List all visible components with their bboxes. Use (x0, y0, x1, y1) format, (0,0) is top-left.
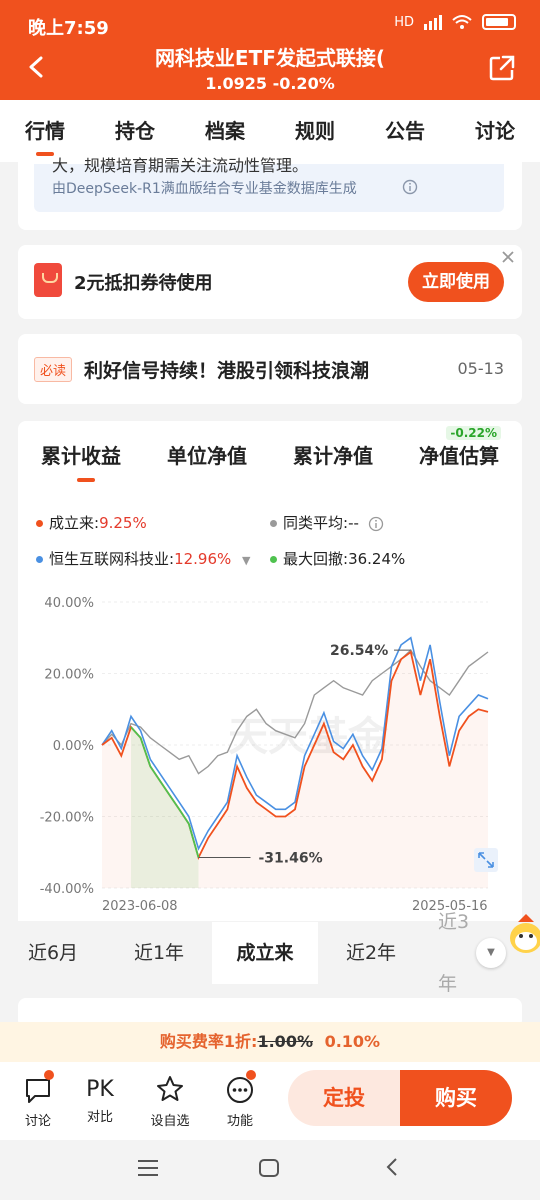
ai-note: 大，规模培育期需关注流动性管理。 由DeepSeek-R1满血版结合专业基金数据… (34, 156, 504, 212)
pk-icon: PK (86, 1077, 114, 1102)
active-tab-indicator (77, 478, 95, 482)
legend-peer-value: -- (348, 514, 359, 532)
buy-button[interactable]: 购买 (400, 1070, 512, 1126)
fund-dot-icon (36, 520, 43, 527)
annotation-label: 26.54% (330, 643, 388, 659)
estimate-badge: -0.22% (446, 426, 501, 440)
tab-cumulative-return-label: 累计收益 (41, 444, 121, 468)
home-icon[interactable] (258, 1158, 280, 1178)
battery-icon (482, 14, 516, 30)
x-start-label: 2023-06-08 (102, 899, 178, 914)
bottom-action-bar: 讨论 PK 对比 设自选 功能 定投 购买 (0, 1062, 540, 1140)
header: 晚上7:59 HD 网科技业ETF发起式联接( 1.0925 -0.20% (0, 0, 540, 100)
close-icon[interactable] (500, 249, 516, 265)
period-more-dropdown[interactable]: ▼ (476, 938, 506, 968)
system-nav-bar (0, 1140, 540, 1200)
fee-current: 0.10% (324, 1032, 381, 1051)
legend-fund-value: 9.25% (99, 514, 147, 532)
tab-announcements[interactable]: 公告 (360, 100, 450, 162)
news-headline[interactable]: 利好信号持续！港股引领科技浪潮 (84, 356, 369, 383)
coupon-text: 2元抵扣券待使用 (74, 273, 213, 294)
y-tick-label: -40.00% (40, 882, 94, 897)
wifi-icon (452, 15, 472, 29)
share-icon[interactable] (488, 54, 516, 82)
peer-dot-icon (270, 520, 277, 527)
fee-original: 1.00% (257, 1032, 313, 1051)
drawdown-dot-icon (270, 556, 277, 563)
legend-peer-label: 同类平均: (283, 514, 349, 532)
nav-discuss[interactable]: 讨论 (8, 1070, 68, 1129)
ai-source-text: 由DeepSeek-R1满血版结合专业基金数据库生成 (52, 181, 357, 197)
nav-compare-label: 对比 (86, 1110, 113, 1125)
y-ticks: 40.00% 20.00% 0.00% -20.00% -40.00% (40, 596, 94, 897)
peer-info-icon[interactable] (368, 516, 384, 532)
period-6m[interactable]: 近6月 (0, 922, 106, 984)
fee-label: 购买费率1折: (159, 1032, 258, 1051)
news-card[interactable]: 必读 利好信号持续！港股引领科技浪潮 05-13 (18, 334, 522, 404)
tab-cumulative-return[interactable]: 累计收益 (41, 440, 121, 482)
nav-discuss-label: 讨论 (24, 1114, 51, 1129)
tab-accumulated-nav[interactable]: 累计净值 (293, 440, 373, 469)
must-read-badge: 必读 (34, 357, 73, 382)
legend-index-value: 12.96% (174, 550, 232, 568)
y-tick-label: 0.00% (53, 739, 94, 754)
period-2y[interactable]: 近2年 (318, 922, 424, 984)
star-plus-icon (157, 1076, 183, 1101)
tab-nav-estimate[interactable]: 净值估算 -0.22% (419, 426, 501, 469)
network-label: HD (394, 14, 414, 30)
y-tick-label: 20.00% (44, 668, 94, 683)
nav-functions[interactable]: 功能 (210, 1070, 270, 1129)
legend-index-label: 恒生互联网科技业: (49, 550, 175, 568)
back-icon[interactable] (26, 56, 48, 78)
tab-nav-estimate-label: 净值估算 (419, 444, 499, 468)
notification-dot (44, 1070, 54, 1080)
signal-icon (424, 15, 442, 30)
period-since-inception[interactable]: 成立来 (212, 922, 318, 984)
period-selector: 近6月 近1年 成立来 近2年 近3年 ▼ (0, 911, 540, 995)
info-icon[interactable] (402, 179, 418, 195)
notification-dot (246, 1070, 256, 1080)
legend-index[interactable]: 恒生互联网科技业:12.96% ▼ (36, 548, 251, 569)
chart-tabs: 累计收益 单位净值 累计净值 净值估算 -0.22% (18, 426, 522, 482)
legend-drawdown-value: 36.24% (348, 550, 406, 568)
status-icons: HD (394, 14, 516, 30)
coupon-card: 2元抵扣券待使用 立即使用 (18, 245, 522, 319)
period-1y[interactable]: 近1年 (106, 922, 212, 984)
page-title: 网科技业ETF发起式联接( (154, 46, 386, 70)
period-3y[interactable]: 近3年 (424, 891, 484, 1015)
tab-discussion[interactable]: 讨论 (450, 100, 540, 162)
news-date: 05-13 (457, 359, 505, 378)
nav-functions-label: 功能 (226, 1114, 253, 1129)
tab-unit-nav[interactable]: 单位净值 (167, 440, 247, 469)
back-nav-icon[interactable] (382, 1156, 402, 1178)
return-chart[interactable]: 天天基金 40.00% 20.00% 0.00% -20.00% -40.00% 202… (18, 590, 522, 920)
nav-watchlist-label: 设自选 (150, 1114, 190, 1129)
nav-compare[interactable]: PK 对比 (70, 1074, 130, 1125)
use-coupon-button[interactable]: 立即使用 (408, 262, 504, 302)
red-packet-icon (34, 263, 62, 297)
legend-drawdown: 最大回撤:36.24% (270, 548, 405, 569)
fee-banner: 购买费率1折:1.00% 0.10% (0, 1022, 540, 1062)
nav-watchlist[interactable]: 设自选 (140, 1074, 200, 1129)
mascot-icon[interactable] (504, 908, 540, 964)
index-dropdown-icon[interactable]: ▼ (242, 554, 250, 567)
expand-icon[interactable] (474, 848, 498, 872)
nav-price: 1.0925 -0.20% (205, 74, 335, 93)
y-tick-label: -20.00% (40, 811, 94, 826)
y-tick-label: 40.00% (44, 596, 94, 611)
legend-peer: 同类平均:-- (270, 512, 384, 533)
menu-icon[interactable] (136, 1158, 160, 1178)
legend-fund: 成立来:9.25% (36, 512, 147, 533)
chart-watermark: 天天基金 (228, 714, 389, 759)
legend-fund-label: 成立来: (49, 514, 100, 532)
ai-note-partial: 大，规模培育期需关注流动性管理。 (52, 156, 309, 175)
auto-invest-button[interactable]: 定投 (288, 1070, 400, 1126)
index-dot-icon (36, 556, 43, 563)
legend-drawdown-label: 最大回撤: (283, 550, 349, 568)
annotation-label: -31.46% (259, 850, 323, 866)
status-time: 晚上7:59 (28, 18, 109, 39)
